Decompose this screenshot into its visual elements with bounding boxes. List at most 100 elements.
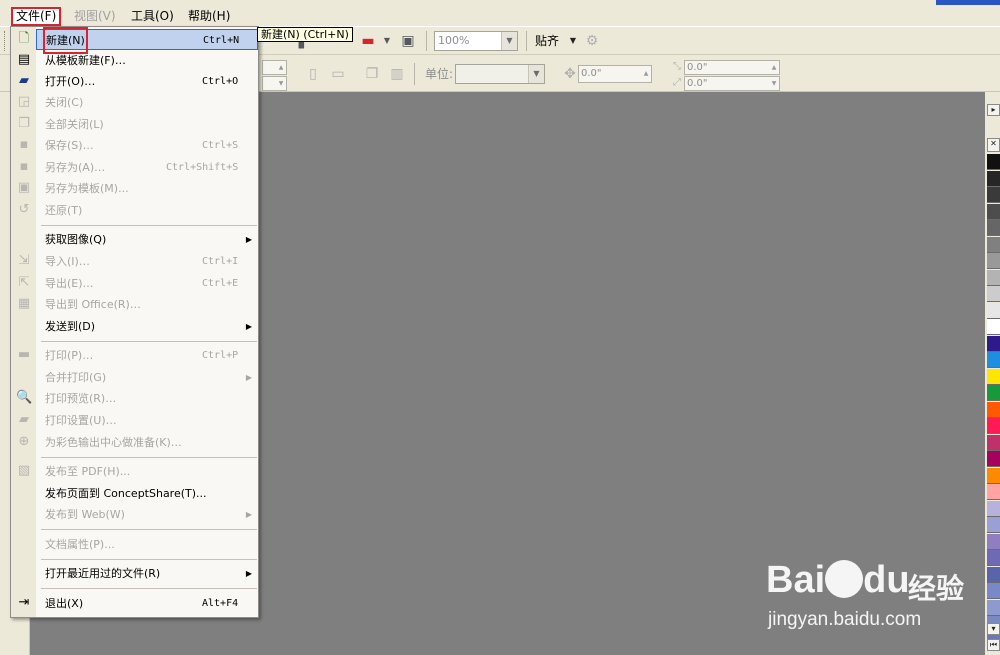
menu-item-new[interactable]: 新建(N) Ctrl+N [36, 27, 258, 54]
no-color-swatch[interactable]: ✕ [987, 138, 1000, 152]
color-swatch[interactable] [987, 154, 1000, 170]
color-swatch[interactable] [987, 269, 1000, 286]
color-swatch[interactable] [987, 253, 1000, 269]
menu-item-save-as-template[interactable]: 另存为模板(M)... [36, 178, 258, 199]
duplicate-y-spin[interactable]: 0.0" ▼ [684, 76, 780, 91]
color-swatch[interactable] [987, 401, 1000, 418]
menu-item-save-as[interactable]: 另存为(A)… Ctrl+Shift+S [36, 157, 258, 178]
menu-item-new-from-template[interactable]: 从模板新建(F)… [36, 50, 258, 71]
menu-item-publish-pdf[interactable]: 发布至 PDF(H)... [36, 461, 258, 482]
menu-item-publish-conceptshare[interactable]: 发布页面到 ConceptShare(T)... [36, 483, 258, 504]
save-as-icon: ▪ [19, 159, 29, 174]
menu-item-print-setup[interactable]: 打印设置(U)… [36, 410, 258, 431]
menu-item-close[interactable]: 关闭(C) [36, 92, 258, 113]
menu-item-print-preview[interactable]: 打印预览(R)… [36, 388, 258, 409]
export-icon: ⇱ [18, 275, 30, 290]
spin-arrows-icon[interactable]: ▲ [641, 66, 651, 82]
color-swatch[interactable] [987, 187, 1000, 203]
color-swatch[interactable] [987, 302, 1000, 319]
color-swatch[interactable] [987, 467, 1000, 484]
toolbar-separator [426, 31, 427, 51]
menu-view[interactable]: 视图(V) [70, 8, 120, 25]
menu-item-print[interactable]: 打印(P)… Ctrl+P [36, 345, 258, 366]
menu-item-import[interactable]: 导入(I)… Ctrl+I [36, 251, 258, 272]
tooltip: 新建(N) (Ctrl+N) [257, 27, 353, 42]
menu-item-open[interactable]: 打开(O)… Ctrl+O [36, 71, 258, 92]
menu-item-publish-web[interactable]: 发布到 Web(W) ▶ [36, 504, 258, 525]
color-swatch[interactable] [987, 286, 1000, 302]
color-swatch[interactable] [987, 335, 1000, 352]
palette-expand-icon[interactable]: ⏮ [987, 639, 1000, 651]
spin-arrows-icon[interactable]: ▲ [769, 61, 779, 74]
portrait-icon[interactable]: ▯ [304, 65, 322, 83]
menu-item-exit[interactable]: 退出(X) Alt+F4 [36, 593, 258, 614]
spin-arrows-icon[interactable]: ▼ [276, 77, 286, 90]
zoom-level-combo[interactable]: 100% ▼ [434, 31, 518, 51]
snap-dropdown-icon[interactable]: ▼ [564, 32, 582, 50]
color-swatch[interactable] [987, 500, 1000, 517]
menu-item-export[interactable]: 导出(E)… Ctrl+E [36, 273, 258, 294]
color-swatch[interactable] [987, 170, 1000, 187]
snap-to-button[interactable]: 贴齐 [535, 31, 559, 51]
menu-item-document-properties[interactable]: 文档属性(P)... [36, 534, 258, 555]
color-swatch[interactable] [987, 418, 1000, 434]
color-swatch[interactable] [987, 517, 1000, 533]
toolbar-separator [526, 31, 527, 51]
menu-item-close-all[interactable]: 全部关闭(L) [36, 114, 258, 135]
menu-item-save[interactable]: 保存(S)… Ctrl+S [36, 135, 258, 156]
menu-item-open-recent[interactable]: 打开最近用过的文件(R) ▶ [36, 563, 258, 584]
color-swatch[interactable] [987, 533, 1000, 550]
menu-item-export-office[interactable]: 导出到 Office(R)… [36, 294, 258, 315]
color-swatch[interactable] [987, 385, 1000, 401]
color-swatch[interactable] [987, 203, 1000, 220]
color-swatch[interactable] [987, 352, 1000, 368]
toolbar-grip[interactable] [4, 31, 7, 51]
menu-tools[interactable]: 工具(O) [127, 8, 178, 25]
color-swatch[interactable] [987, 566, 1000, 583]
menu-item-prepare-color-output[interactable]: 为彩色输出中心做准备(K)… [36, 432, 258, 453]
units-combo[interactable]: ▼ [455, 64, 545, 84]
menu-help[interactable]: 帮助(H) [184, 8, 234, 25]
launcher-icon[interactable]: ▬ [359, 32, 377, 50]
spin-arrows-icon[interactable]: ▲ [276, 61, 286, 74]
welcome-screen-icon[interactable]: ▣ [399, 32, 417, 50]
launcher-dropdown-icon[interactable]: ▼ [378, 32, 396, 50]
color-swatch[interactable] [987, 484, 1000, 500]
landscape-icon[interactable]: ▭ [329, 65, 347, 83]
menu-separator [41, 225, 257, 226]
color-swatch[interactable] [987, 368, 1000, 385]
color-swatch[interactable] [987, 434, 1000, 451]
import-icon: ⇲ [18, 253, 30, 268]
color-swatch[interactable] [987, 220, 1000, 236]
color-swatch[interactable] [987, 236, 1000, 253]
color-swatch[interactable] [987, 451, 1000, 467]
color-swatch[interactable] [987, 550, 1000, 566]
page-height-spin[interactable]: ▼ [262, 76, 287, 91]
menu-item-merge-print[interactable]: 合并打印(G) ▶ [36, 367, 258, 388]
toolbar-separator [414, 63, 415, 85]
menu-item-acquire-image[interactable]: 获取图像(Q) ▶ [36, 229, 258, 250]
menu-file[interactable]: 文件(F) [10, 7, 62, 26]
palette-scroll-up-icon[interactable]: ▸ [987, 104, 1000, 116]
current-page-icon[interactable]: ▥ [388, 65, 406, 83]
print-setup-icon: ▰ [19, 412, 29, 427]
menu-item-revert[interactable]: 还原(T) [36, 200, 258, 221]
color-output-icon: ⊕ [18, 434, 30, 449]
duplicate-x-spin[interactable]: 0.0" ▲ [684, 60, 780, 75]
baidu-jingyan-watermark: Bai du 经验 jingyan.baidu.com [760, 545, 980, 635]
menu-bar: 文件(F) 视图(V) 工具(O) 帮助(H) [0, 5, 1000, 27]
chevron-down-icon[interactable]: ▼ [501, 32, 517, 50]
color-swatch[interactable] [987, 319, 1000, 335]
options-icon[interactable]: ⚙ [583, 32, 601, 50]
chevron-down-icon[interactable]: ▼ [528, 65, 544, 83]
page-width-spin[interactable]: ▲ [262, 60, 287, 75]
color-swatch[interactable] [987, 583, 1000, 599]
file-menu-dropdown: 新建(N) Ctrl+N 从模板新建(F)… 打开(O)… Ctrl+O 关闭(C)… [10, 26, 259, 618]
palette-scroll-down-icon[interactable]: ▾ [987, 623, 1000, 635]
nudge-distance-spin[interactable]: 0.0" ▲ [578, 65, 652, 83]
color-swatch[interactable] [987, 599, 1000, 616]
watermark-url: jingyan.baidu.com [768, 609, 922, 630]
spin-arrows-icon[interactable]: ▼ [769, 77, 779, 90]
all-pages-icon[interactable]: ❐ [363, 65, 381, 83]
menu-item-send-to[interactable]: 发送到(D) ▶ [36, 316, 258, 337]
